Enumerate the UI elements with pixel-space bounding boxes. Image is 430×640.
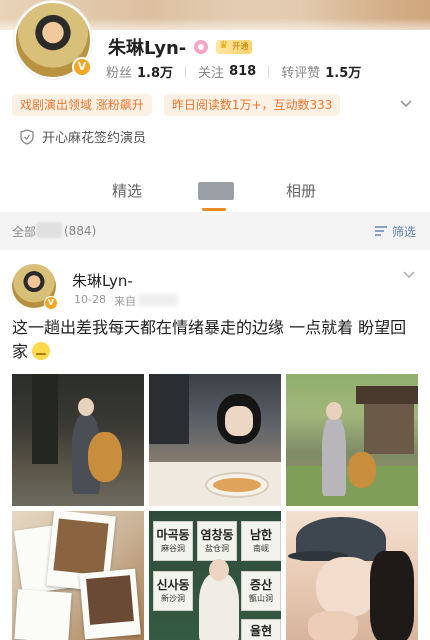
photo-face	[316, 557, 378, 617]
redacted-chip	[36, 222, 62, 238]
sign-panel: 율현 栗岘	[241, 619, 281, 640]
photo-hair	[370, 551, 414, 640]
sign-korean: 남한	[249, 528, 273, 542]
tab-weibo-redacted[interactable]	[198, 182, 234, 200]
tab-featured[interactable]: 精选	[112, 180, 142, 201]
stat-following[interactable]: 关注 818	[198, 62, 256, 81]
stat-fans[interactable]: 粉丝 1.8万	[106, 62, 173, 81]
photo-polaroid-image	[86, 575, 134, 625]
stat-label: 转评赞	[281, 66, 321, 81]
post-author-name[interactable]: 朱琳Lyn-	[72, 270, 133, 291]
sign-chinese: 新沙洞	[161, 594, 185, 603]
post-date: 10-28	[74, 293, 106, 306]
verified-badge-icon: V	[44, 296, 58, 310]
sign-chinese: 麻谷洞	[161, 544, 185, 553]
pill-drama-growth[interactable]: 戏剧演出领域 涨粉飙升	[12, 94, 152, 116]
sign-chinese: 盐仓洞	[205, 544, 229, 553]
post-text: 这一趟出差我每天都在情绪暴走的边缘 一点就着 盼望回家	[12, 316, 422, 364]
profile-name: 朱琳Lyn-	[108, 38, 187, 59]
redacted-source	[137, 294, 178, 306]
stat-value: 1.8万	[137, 66, 174, 81]
verified-badge-icon: V	[72, 57, 92, 77]
photo-5[interactable]: 마곡동 麻谷洞 염창동 盐仓洞 남한 南岘 신사동 新沙洞 증산 甑山洞 율현 …	[149, 511, 281, 640]
profile-name-row: 朱琳Lyn- 开通	[108, 34, 253, 60]
stat-divider	[185, 65, 187, 78]
photo-face	[78, 398, 94, 416]
sign-korean: 증산	[249, 578, 273, 592]
chevron-down-icon[interactable]	[398, 96, 414, 112]
chevron-down-icon[interactable]	[402, 268, 416, 282]
sign-panel: 남한 南岘	[241, 521, 281, 561]
post-avatar-container[interactable]: V	[12, 264, 58, 310]
post-count: (884)	[64, 224, 97, 238]
stat-label: 关注	[198, 66, 225, 81]
photo-face	[225, 406, 253, 436]
post-meta: 10-28 来自	[74, 293, 186, 309]
photo-dog	[348, 452, 376, 488]
profile-stats: 粉丝 1.8万 关注 818 转评赞 1.5万	[106, 62, 361, 81]
photo-person	[199, 573, 239, 640]
photo-person	[322, 416, 346, 496]
profile-tabs: 精选 相册	[0, 176, 430, 216]
sign-panel: 신사동 新沙洞	[153, 571, 193, 611]
stat-interactions[interactable]: 转评赞 1.5万	[281, 62, 361, 81]
post-source-prefix: 来自	[113, 295, 136, 308]
filter-label: 筛选	[391, 224, 416, 239]
photo-window	[149, 374, 189, 444]
photo-4[interactable]	[12, 511, 144, 640]
signed-info: 开心麻花签约演员	[20, 127, 146, 146]
pink-tag-icon[interactable]	[194, 40, 209, 54]
sign-chinese: 南岘	[253, 544, 269, 553]
photo-face	[326, 402, 342, 420]
sign-korean: 염창동	[200, 528, 234, 542]
photo-pavilion-roof	[356, 386, 418, 404]
post-body: 这一趟出差我每天都在情绪暴走的边缘 一点就着 盼望回家	[12, 318, 407, 361]
stat-value: 818	[229, 64, 257, 79]
sign-panel: 염창동 盐仓洞	[197, 521, 237, 561]
sign-chinese: 甑山洞	[249, 594, 273, 603]
rolling-eyes-emoji-icon	[32, 342, 51, 360]
photo-6[interactable]	[286, 511, 418, 640]
photo-polaroid-image	[53, 518, 109, 576]
sign-panel: 마곡동 麻谷洞	[153, 521, 193, 561]
photo-1[interactable]	[12, 374, 144, 506]
pill-reading-stats[interactable]: 昨日阅读数1万+，互动数333	[163, 94, 341, 116]
level-badge[interactable]: 开通	[216, 39, 253, 54]
photo-noodles	[213, 478, 261, 492]
sign-korean: 신사동	[156, 578, 190, 592]
sign-korean: 율현	[249, 624, 273, 638]
tab-album[interactable]: 相册	[286, 180, 316, 201]
sign-panel: 증산 甑山洞	[241, 571, 281, 611]
stat-value: 1.5万	[325, 66, 362, 81]
profile-highlight-pills: 戏剧演出领域 涨粉飙升 昨日阅读数1万+，互动数333	[12, 94, 352, 116]
photo-2[interactable]	[149, 374, 281, 506]
photo-3[interactable]	[286, 374, 418, 506]
stat-divider	[268, 65, 270, 78]
photo-hand	[308, 611, 358, 640]
filter-icon	[374, 226, 387, 236]
filter-button[interactable]: 筛选	[374, 223, 416, 240]
profile-avatar-container[interactable]: V	[14, 1, 94, 81]
all-posts-label[interactable]: 全部	[12, 223, 36, 240]
shield-icon	[20, 128, 34, 145]
photo-pavilion	[364, 404, 414, 454]
photo-dog	[88, 432, 122, 482]
sign-korean: 마곡동	[156, 528, 190, 542]
signed-text: 开心麻花签约演员	[42, 131, 147, 146]
filter-bar: 全部 (884) 筛选	[0, 218, 430, 244]
stat-label: 粉丝	[106, 66, 133, 81]
photo-face	[209, 559, 229, 581]
photo-polaroid-4	[14, 589, 72, 640]
photo-tree-trunk	[32, 374, 58, 464]
active-tab-indicator	[202, 208, 226, 211]
